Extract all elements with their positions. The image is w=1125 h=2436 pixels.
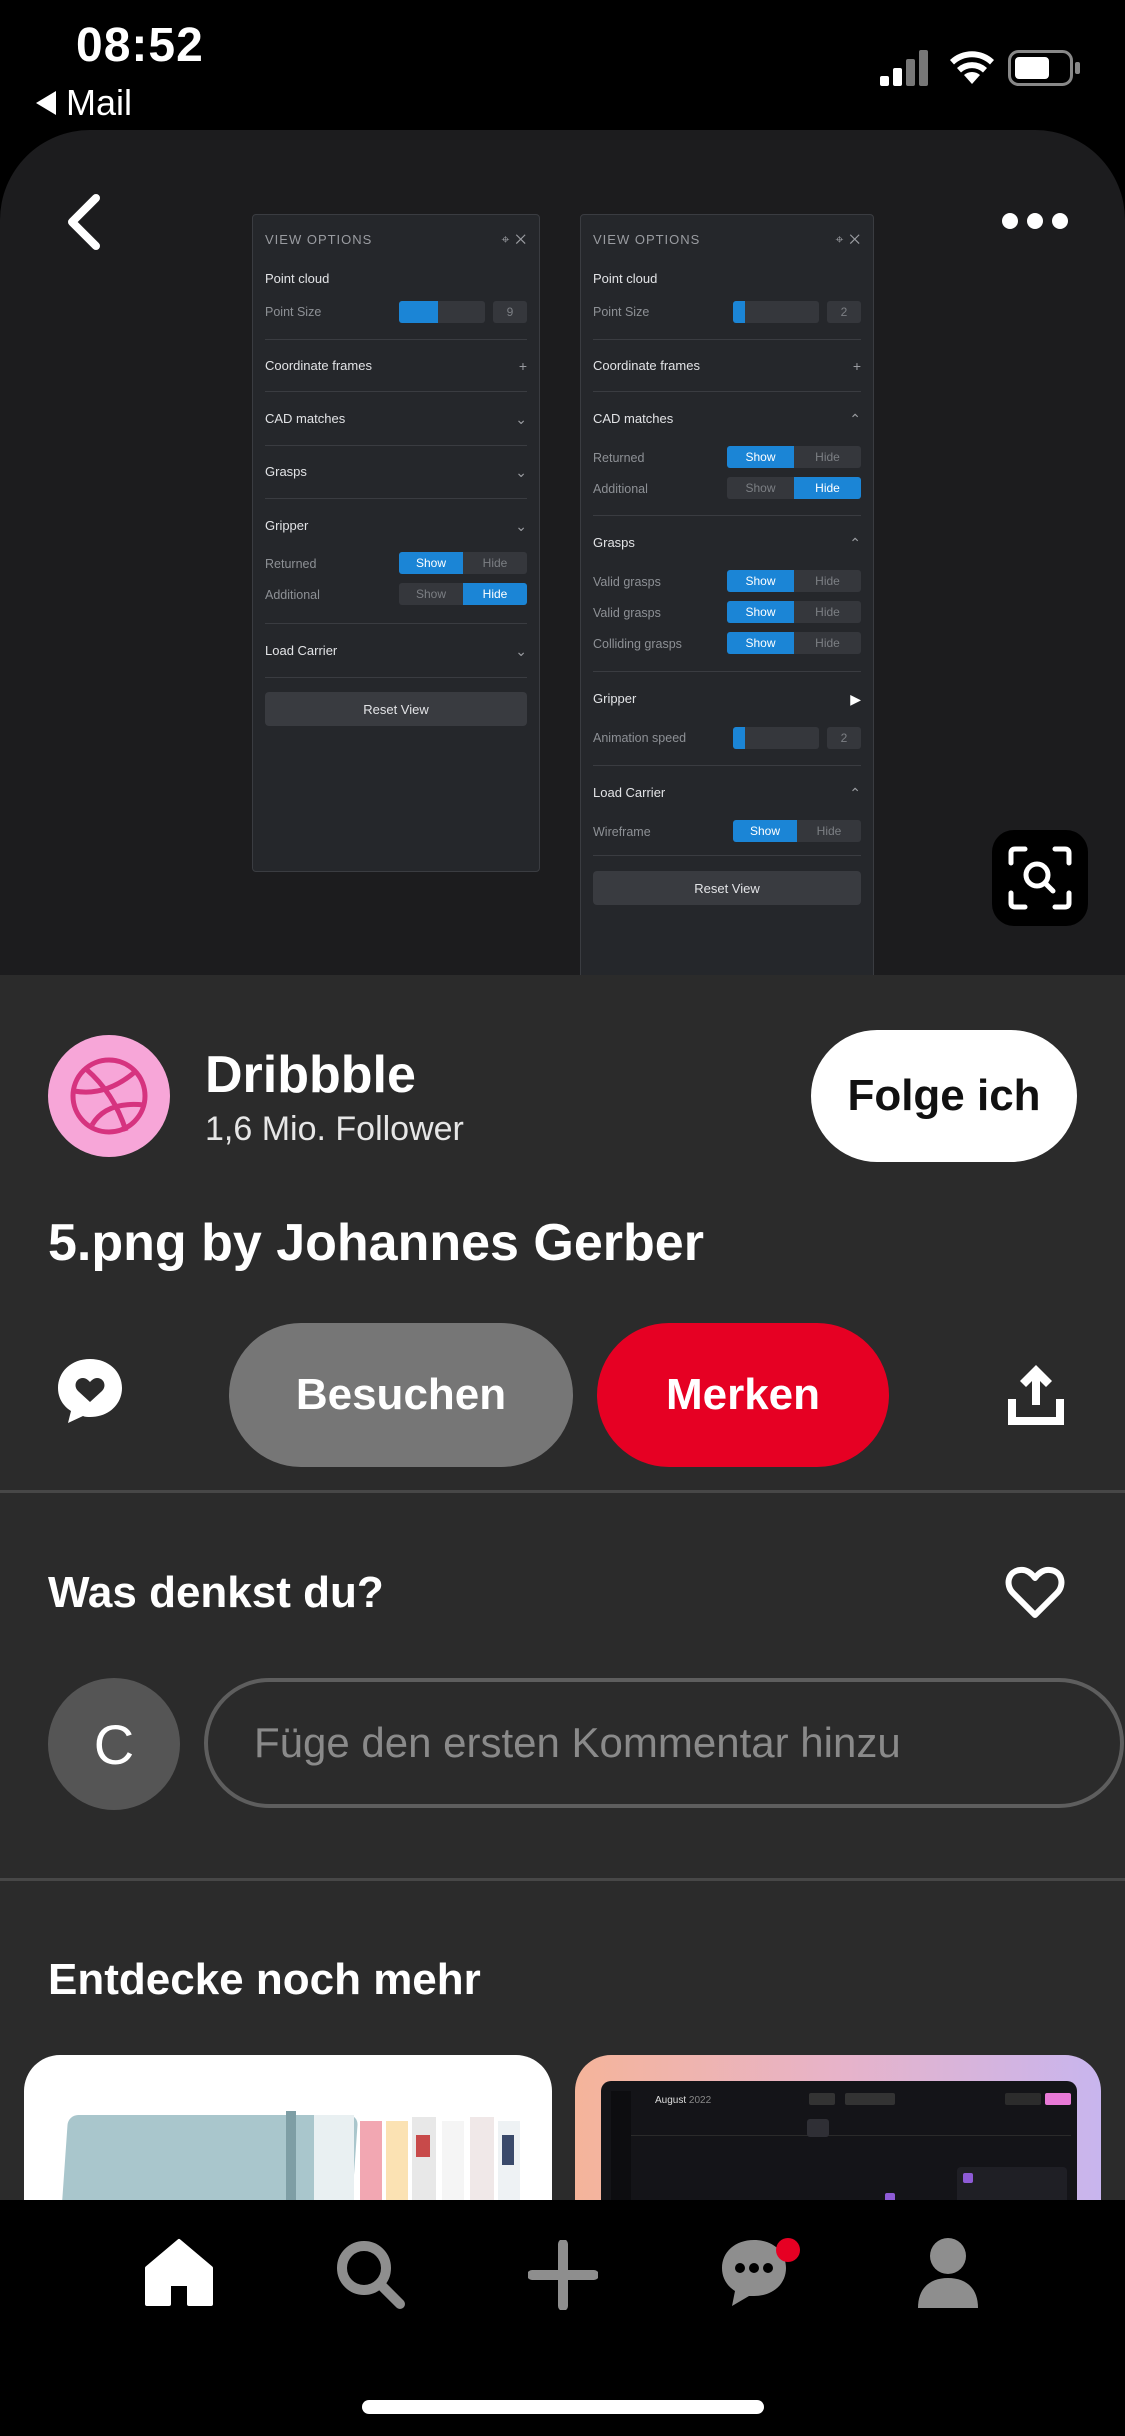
grasps-label: Grasps bbox=[593, 535, 635, 550]
home-indicator bbox=[362, 2400, 764, 2414]
related-pin-card-2[interactable]: August 2022 bbox=[575, 2055, 1101, 2200]
comment-heart-icon[interactable] bbox=[54, 1355, 126, 1432]
status-time: 08:52 bbox=[76, 19, 204, 72]
pin-title: 5.png by Johannes Gerber bbox=[48, 1214, 704, 1272]
reset-view-button: Reset View bbox=[593, 871, 861, 905]
battery-icon bbox=[1008, 50, 1082, 91]
plus-icon: + bbox=[852, 358, 861, 374]
share-icon[interactable] bbox=[1004, 1363, 1068, 1432]
related-pin-card-1[interactable] bbox=[24, 2055, 552, 2200]
animation-speed-value: 2 bbox=[827, 727, 861, 749]
coordinate-frames-label: Coordinate frames bbox=[265, 358, 372, 373]
coordinate-frames-label: Coordinate frames bbox=[593, 358, 700, 373]
follow-button[interactable]: Folge ich bbox=[811, 1030, 1077, 1162]
bottom-navigation bbox=[0, 2200, 1125, 2436]
cad-matches-label: CAD matches bbox=[593, 411, 674, 426]
returned-toggle: Show Hide bbox=[399, 552, 527, 574]
chevron-down-icon: ⌄ bbox=[515, 518, 527, 534]
visual-search-icon[interactable] bbox=[992, 830, 1088, 926]
chevron-down-icon: ⌄ bbox=[515, 643, 527, 659]
gripper-label: Gripper bbox=[265, 518, 309, 533]
play-icon: ▶ bbox=[850, 691, 861, 707]
creator-name[interactable]: Dribbble bbox=[205, 1045, 416, 1105]
returned-toggle: Show Hide bbox=[727, 446, 861, 468]
back-triangle-icon bbox=[36, 91, 56, 115]
comment-input[interactable]: Füge den ersten Kommentar hinzu bbox=[204, 1678, 1124, 1808]
chevron-down-icon: ⌄ bbox=[515, 464, 527, 480]
reset-view-button: Reset View bbox=[265, 692, 527, 726]
calendar-year: 2022 bbox=[688, 2095, 712, 2106]
panel-title: VIEW OPTIONS bbox=[265, 231, 373, 247]
save-button[interactable]: Merken bbox=[597, 1323, 889, 1467]
additional-toggle: Show Hide bbox=[727, 477, 861, 499]
load-carrier-label: Load Carrier bbox=[593, 785, 666, 800]
comment-placeholder: Füge den ersten Kommentar hinzu bbox=[254, 1719, 901, 1766]
valid-grasps-toggle-2: Show Hide bbox=[727, 601, 861, 623]
chevron-down-icon: ⌄ bbox=[515, 411, 527, 427]
explore-heading: Entdecke noch mehr bbox=[48, 1955, 481, 2004]
home-icon[interactable] bbox=[144, 2238, 214, 2313]
back-to-app[interactable]: Mail bbox=[36, 82, 132, 124]
messages-icon[interactable] bbox=[720, 2238, 806, 2317]
heart-outline-icon[interactable] bbox=[1004, 1565, 1066, 1626]
comments-heading: Was denkst du? bbox=[48, 1568, 384, 1617]
follower-count: 1,6 Mio. Follower bbox=[205, 1110, 464, 1148]
animation-speed-slider bbox=[733, 727, 819, 749]
additional-toggle: Show Hide bbox=[399, 583, 527, 605]
gripper-label: Gripper bbox=[593, 691, 637, 706]
dribbble-avatar[interactable] bbox=[48, 1035, 170, 1157]
back-icon[interactable] bbox=[62, 192, 106, 257]
search-icon[interactable] bbox=[334, 2238, 408, 2317]
view-options-panel-1: VIEW OPTIONS ⌖ ✕ Point cloud Point Size 9… bbox=[252, 214, 540, 872]
calendar-month: August bbox=[655, 2095, 687, 2106]
wifi-icon bbox=[948, 48, 996, 91]
dribbble-logo-icon bbox=[70, 1057, 148, 1135]
avatar[interactable]: C bbox=[48, 1678, 180, 1810]
point-cloud-label: Point cloud bbox=[265, 271, 330, 286]
back-app-label: Mail bbox=[66, 82, 133, 123]
chevron-up-icon: ⌃ bbox=[849, 535, 861, 551]
point-size-value: 2 bbox=[827, 301, 861, 323]
cad-matches-label: CAD matches bbox=[265, 411, 346, 426]
pin-details: Dribbble 1,6 Mio. Follower Folge ich 5.p… bbox=[0, 975, 1125, 2200]
visit-button[interactable]: Besuchen bbox=[229, 1323, 573, 1467]
plus-icon[interactable] bbox=[527, 2239, 599, 2315]
panel-title: VIEW OPTIONS bbox=[593, 231, 701, 247]
point-size-label: Point Size bbox=[593, 305, 650, 319]
animation-speed-label: Animation speed bbox=[593, 731, 687, 745]
point-size-label: Point Size bbox=[265, 305, 322, 319]
plus-icon: + bbox=[518, 358, 527, 374]
chevron-up-icon: ⌃ bbox=[849, 785, 861, 801]
valid-grasps-toggle: Show Hide bbox=[727, 570, 861, 592]
avatar-letter: C bbox=[93, 1712, 135, 1776]
pin-close-icons: ⌖ ✕ bbox=[835, 230, 861, 247]
chevron-up-icon: ⌃ bbox=[849, 411, 861, 427]
pin-image[interactable]: VIEW OPTIONS ⌖ ✕ Point cloud Point Size 9… bbox=[0, 130, 1125, 975]
more-icon[interactable] bbox=[1000, 210, 1070, 237]
point-size-value: 9 bbox=[493, 301, 527, 323]
colliding-grasps-toggle: Show Hide bbox=[727, 632, 861, 654]
point-size-slider bbox=[399, 301, 485, 323]
point-cloud-label: Point cloud bbox=[593, 271, 658, 286]
wireframe-toggle: Show Hide bbox=[733, 820, 861, 842]
pin-close-icons: ⌖ ✕ bbox=[501, 230, 527, 247]
load-carrier-label: Load Carrier bbox=[265, 643, 338, 658]
point-size-slider bbox=[733, 301, 819, 323]
signal-icon bbox=[880, 50, 932, 86]
grasps-label: Grasps bbox=[265, 464, 307, 479]
view-options-panel-2: VIEW OPTIONS ⌖ ✕ Point cloud Point Size 2… bbox=[580, 214, 874, 975]
profile-icon[interactable] bbox=[916, 2236, 980, 2315]
